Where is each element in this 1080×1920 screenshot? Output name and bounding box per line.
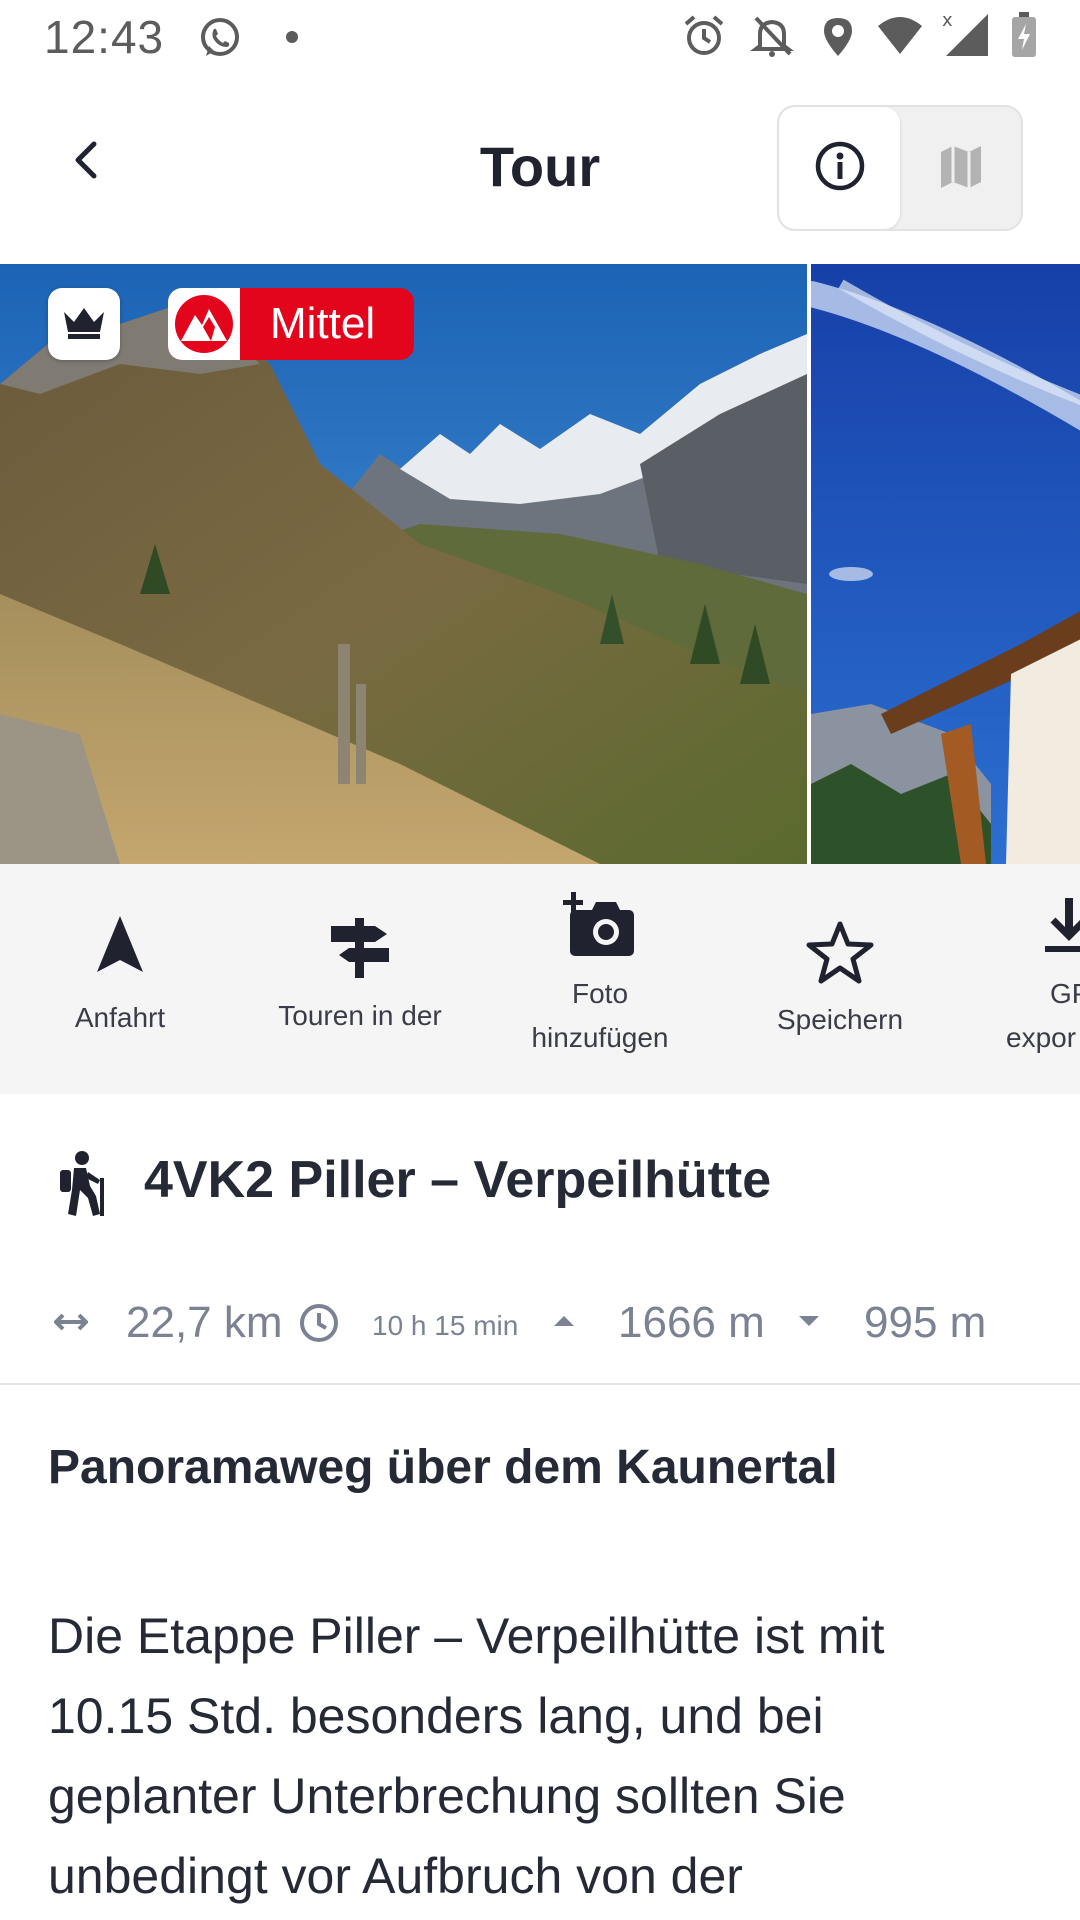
action-bar: Anfahrt Touren in der Foto hinzufügen Sp… (0, 864, 1080, 1094)
descent-icon (797, 1314, 821, 1333)
action-label: Foto (571, 978, 629, 1009)
notifications-off-icon (750, 14, 794, 63)
map-icon (937, 142, 985, 195)
tour-photo-next[interactable] (811, 264, 1080, 864)
difficulty-badge: Mittel (168, 288, 414, 360)
add-photo-icon (480, 892, 720, 958)
map-tab-button[interactable] (900, 107, 1021, 229)
navigation-arrow-icon (0, 914, 240, 974)
tour-title-row: 4VK2 Piller – Verpeilhütte (56, 1140, 1056, 1220)
distance-value: 22,7 km (126, 1298, 283, 1347)
add-photo-button[interactable]: Foto hinzufügen (480, 864, 720, 1094)
descent-value: 995 m (864, 1298, 987, 1347)
tours-in-area-button[interactable]: Touren in der (240, 864, 480, 1094)
status-time: 12:43 (44, 11, 165, 63)
dot-icon (285, 30, 299, 49)
action-label: hinzufügen (531, 1022, 669, 1053)
action-label: expor (1006, 1022, 1077, 1053)
status-bar: 12:43 x (0, 0, 1080, 72)
directions-button[interactable]: Anfahrt (0, 864, 240, 1094)
action-label: GP (1050, 978, 1080, 1009)
battery-charging-icon (1010, 12, 1038, 63)
location-icon (818, 14, 858, 63)
hiker-icon (56, 1150, 108, 1223)
ascent-icon (552, 1314, 576, 1333)
signal-icon: x (942, 10, 990, 63)
ascent-value: 1666 m (618, 1298, 765, 1347)
alpenverein-logo (168, 288, 240, 360)
view-toggle (777, 105, 1023, 231)
distance-icon (53, 1312, 89, 1337)
tour-title: 4VK2 Piller – Verpeilhütte (144, 1151, 772, 1209)
gpx-export-button[interactable]: GP expor (960, 864, 1080, 1094)
duration-value: 10 h 15 min (372, 1310, 519, 1341)
info-tab-button[interactable] (779, 107, 900, 229)
action-label: Touren in der (278, 1000, 442, 1031)
photo-gallery[interactable]: Mittel (0, 264, 1080, 864)
divider (0, 1383, 1080, 1385)
signpost-icon (240, 914, 480, 980)
download-icon (1045, 896, 1080, 956)
difficulty-label: Mittel (270, 299, 376, 348)
action-label: Speichern (776, 1004, 904, 1035)
tour-subtitle: Panoramaweg über dem Kaunertal (48, 1441, 838, 1494)
star-icon (720, 920, 960, 984)
info-icon (814, 140, 866, 197)
action-label: Anfahrt (74, 1002, 166, 1033)
premium-badge (48, 288, 120, 360)
clock-icon (298, 1302, 340, 1349)
whatsapp-icon (198, 16, 242, 65)
app-bar: Tour (0, 96, 1080, 240)
alarm-icon (682, 14, 726, 63)
tour-description: Die Etappe Piller – Verpeilhütte ist mit… (48, 1608, 885, 1904)
svg-text:x: x (942, 10, 953, 31)
wifi-icon (876, 14, 924, 63)
save-button[interactable]: Speichern (720, 864, 960, 1094)
crown-icon (62, 304, 106, 345)
tour-stats: 22,7 km 10 h 15 min 1666 m 995 m (0, 1290, 1080, 1360)
